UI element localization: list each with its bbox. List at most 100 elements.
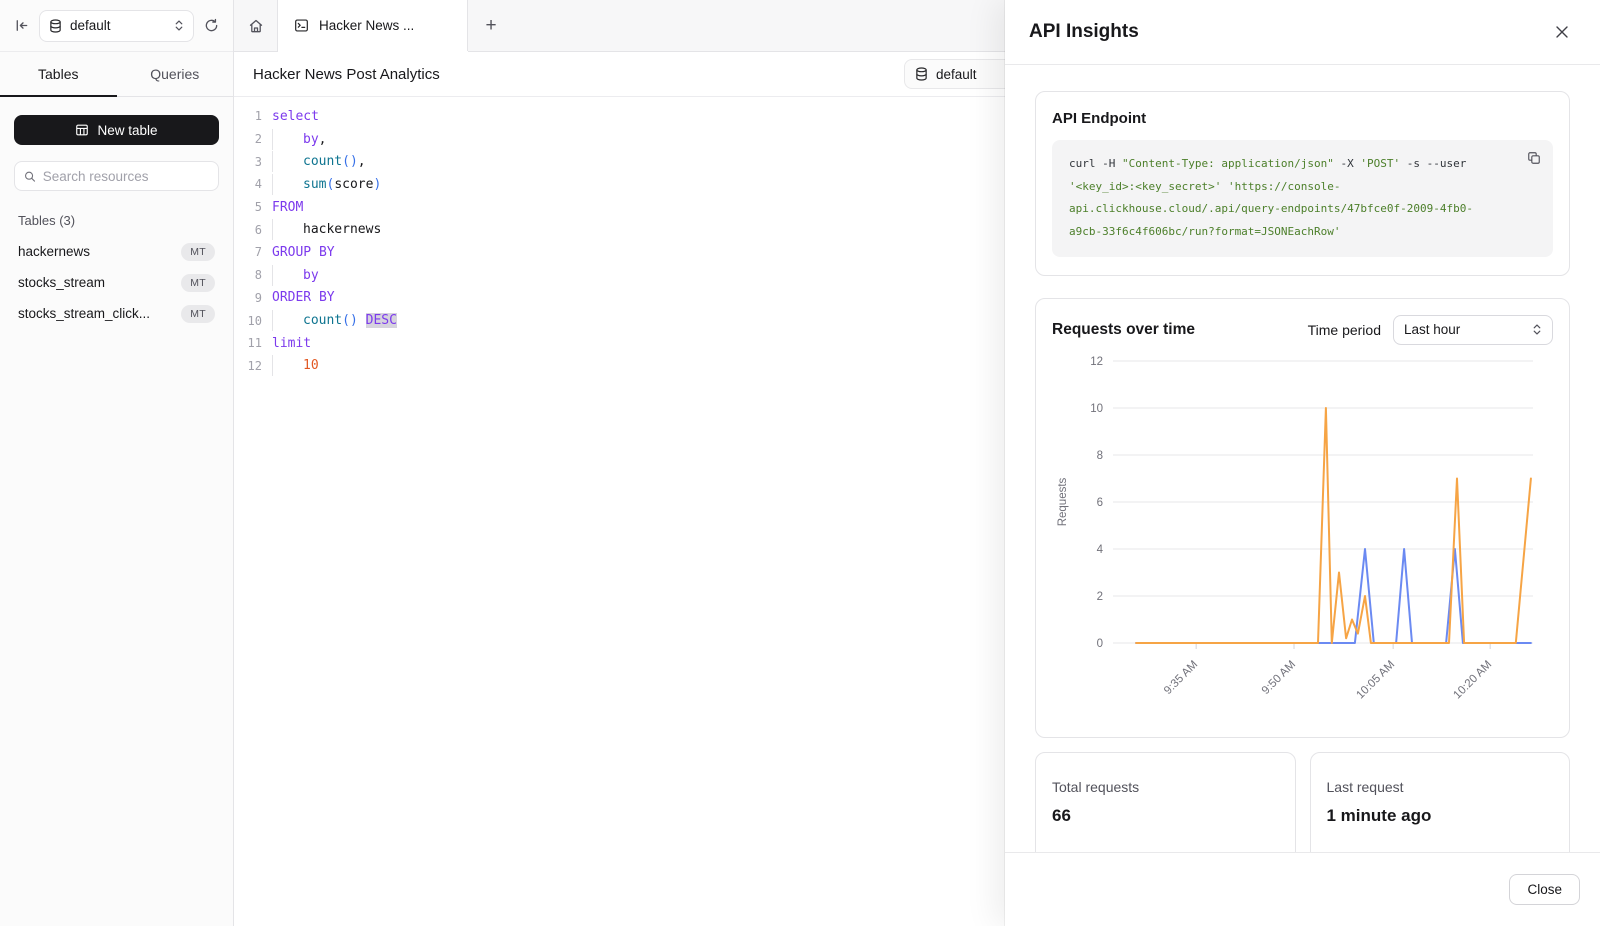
copy-button[interactable]	[1527, 151, 1541, 165]
api-endpoint-card: API Endpoint curl -H "Content-Type: appl…	[1035, 91, 1570, 276]
query-tab[interactable]: Hacker News ...	[278, 0, 468, 51]
sidebar-body: New table Tables (3) hackernewsMTstocks_…	[0, 97, 233, 347]
line-number: 12	[246, 359, 262, 373]
table-name: hackernews	[18, 244, 90, 259]
code-text: by	[272, 268, 319, 283]
close-button[interactable]: Close	[1509, 874, 1580, 905]
curl-code-line: curl -H "Content-Type: application/json"…	[1069, 153, 1509, 176]
line-number: 5	[246, 200, 262, 214]
api-endpoint-title: API Endpoint	[1052, 110, 1553, 127]
query-title: Hacker News Post Analytics	[253, 66, 440, 83]
panel-body: API Endpoint curl -H "Content-Type: appl…	[1005, 65, 1600, 926]
sidebar-tabs: Tables Queries	[0, 52, 233, 97]
query-tab-label: Hacker News ...	[319, 18, 414, 33]
collapse-left-icon	[14, 18, 29, 33]
tab-tables[interactable]: Tables	[0, 52, 117, 96]
code-text: by,	[272, 132, 326, 147]
code-text: FROM	[272, 200, 303, 215]
line-number: 2	[246, 132, 262, 146]
last-request-label: Last request	[1327, 779, 1554, 795]
table-icon	[75, 123, 89, 137]
tables-section-label: Tables (3)	[14, 213, 219, 228]
refresh-icon	[204, 18, 219, 33]
code-text: sum(score)	[272, 177, 381, 192]
svg-text:2: 2	[1097, 591, 1103, 603]
panel-footer: Close	[1005, 852, 1600, 926]
svg-text:12: 12	[1090, 356, 1103, 368]
collapse-sidebar-button[interactable]	[14, 18, 29, 33]
chevron-updown-icon	[174, 19, 184, 32]
line-number: 11	[246, 336, 262, 350]
panel-header: API Insights	[1005, 0, 1600, 65]
svg-text:10: 10	[1090, 403, 1103, 415]
panel-title: API Insights	[1029, 21, 1139, 43]
api-insights-panel: API Insights API Endpoint curl -H "Conte…	[1005, 0, 1600, 926]
table-row[interactable]: stocks_stream_click... MT	[14, 298, 219, 329]
table-name: stocks_stream_click...	[18, 306, 150, 321]
curl-code-line: a9cb-33f6c4f606bc/run?format=JSONEachRow…	[1069, 221, 1509, 244]
tab-queries[interactable]: Queries	[117, 52, 234, 96]
line-number: 9	[246, 291, 262, 305]
editor-database-value: default	[936, 67, 977, 82]
svg-text:9:35 AM: 9:35 AM	[1162, 658, 1200, 696]
last-request-value: 1 minute ago	[1327, 806, 1554, 826]
svg-text:Requests: Requests	[1057, 477, 1069, 526]
time-period-select[interactable]: Last hour	[1393, 315, 1553, 345]
tables-list: hackernewsMTstocks_streamMTstocks_stream…	[14, 236, 219, 329]
requests-chart: 0 2 4 6 8 10 12 9:35 AM 9:50 AM 10:05 AM 10:20 AM R…	[1052, 351, 1541, 721]
code-text: hackernews	[272, 222, 381, 237]
svg-text:6: 6	[1097, 497, 1103, 509]
table-row[interactable]: stocks_streamMT	[14, 267, 219, 298]
new-table-label: New table	[97, 123, 157, 138]
curl-code-lines: curl -H "Content-Type: application/json"…	[1069, 153, 1509, 244]
line-number: 1	[246, 109, 262, 123]
svg-text:8: 8	[1097, 450, 1103, 462]
line-number: 3	[246, 155, 262, 169]
svg-text:0: 0	[1097, 638, 1103, 650]
code-text: ORDER BY	[272, 290, 335, 305]
time-period-value: Last hour	[1404, 322, 1460, 337]
code-text: select	[272, 109, 319, 124]
line-number: 8	[246, 268, 262, 282]
sidebar: default Tables Queries New table	[0, 0, 234, 926]
line-number: 7	[246, 245, 262, 259]
database-icon	[49, 19, 62, 33]
code-text: GROUP BY	[272, 245, 335, 260]
svg-text:4: 4	[1097, 544, 1104, 556]
curl-code-line: '<key_id>:<key_secret>' 'https://console…	[1069, 176, 1509, 199]
svg-text:10:20 AM: 10:20 AM	[1451, 658, 1494, 701]
database-selector[interactable]: default	[39, 10, 194, 42]
requests-card-title: Requests over time	[1052, 321, 1296, 339]
svg-text:9:50 AM: 9:50 AM	[1260, 658, 1298, 696]
code-text: count() DESC	[272, 313, 397, 328]
table-engine-badge: MT	[181, 274, 215, 292]
sidebar-topbar: default	[0, 0, 233, 52]
home-button[interactable]	[234, 0, 278, 51]
new-tab-button[interactable]: +	[468, 0, 514, 51]
table-row[interactable]: hackernews MT	[14, 236, 219, 267]
search-box	[14, 161, 219, 191]
code-text: limit	[272, 336, 311, 351]
new-table-button[interactable]: New table	[14, 115, 219, 145]
refresh-button[interactable]	[204, 18, 219, 33]
code-text: count(),	[272, 154, 366, 169]
search-input[interactable]	[43, 169, 209, 184]
line-number: 10	[246, 314, 262, 328]
close-icon	[1555, 25, 1569, 39]
line-number: 4	[246, 177, 262, 191]
total-requests-label: Total requests	[1052, 779, 1279, 795]
table-engine-badge: MT	[181, 305, 215, 323]
svg-text:10:05 AM: 10:05 AM	[1354, 658, 1397, 701]
close-panel-button[interactable]	[1548, 18, 1576, 46]
total-requests-value: 66	[1052, 806, 1279, 826]
code-text: 10	[272, 358, 319, 373]
curl-code-block: curl -H "Content-Type: application/json"…	[1052, 140, 1553, 257]
requests-card-header: Requests over time Time period Last hour	[1052, 315, 1553, 345]
time-period-label: Time period	[1308, 322, 1381, 338]
line-number: 6	[246, 223, 262, 237]
database-selector-value: default	[70, 18, 166, 33]
chevron-updown-icon	[1532, 323, 1542, 336]
table-engine-badge: MT	[181, 243, 215, 261]
curl-code-line: api.clickhouse.cloud/.api/query-endpoint…	[1069, 198, 1509, 221]
database-icon	[915, 67, 928, 81]
